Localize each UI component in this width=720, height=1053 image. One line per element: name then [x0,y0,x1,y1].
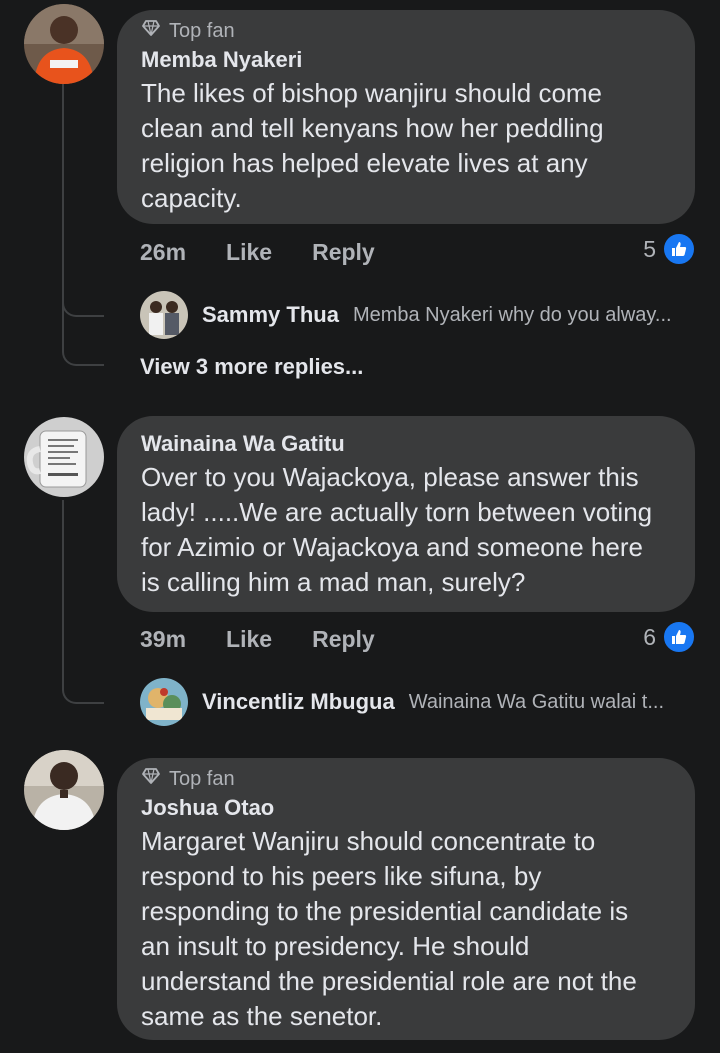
comment-line: Margaret Wanjiru should concentrate to [141,826,596,856]
reply-button[interactable]: Reply [312,239,375,266]
comment-line: responding to the presidential candidate… [141,896,629,926]
comment-line: lady! .....We are actually torn between … [141,497,653,527]
reply-avatar[interactable] [140,291,188,339]
comment-text: Over to you Wajackoya, please answer thi… [141,460,671,600]
comment-text: Margaret Wanjiru should concentrate to r… [141,824,671,1034]
comment-author[interactable]: Memba Nyakeri [141,44,671,76]
comment-bubble: Top fan Joshua Otao Margaret Wanjiru sho… [117,758,695,1040]
comment-bubble: Wainaina Wa Gatitu Over to you Wajackoya… [117,416,695,612]
reply-author[interactable]: Vincentliz Mbugua [202,689,395,715]
like-button[interactable]: Like [226,239,272,266]
comment-line: respond to his peers like sifuna, by [141,861,542,891]
reply-preview[interactable]: Vincentliz Mbugua Wainaina Wa Gatitu wal… [140,678,664,726]
top-fan-badge: Top fan [141,18,671,44]
thumbs-up-icon [662,620,696,654]
reaction-count-value: 6 [643,623,656,650]
comment-actions: 39m Like Reply [140,624,375,654]
comment-timestamp[interactable]: 39m [140,626,186,653]
comment-line: religion has helped elevate lives at any [141,148,588,178]
comment-bubble: Top fan Memba Nyakeri The likes of bisho… [117,10,695,224]
comment-line: understand the presidential role are not… [141,966,637,996]
comment-actions: 26m Like Reply [140,237,375,267]
reply-snippet: Memba Nyakeri why do you alway... [352,303,672,326]
comment-line: same as the senetor. [141,1001,383,1031]
thread-line [62,84,104,366]
comment-author[interactable]: Joshua Otao [141,792,671,824]
avatar[interactable] [24,750,104,830]
avatar[interactable] [24,417,104,497]
badge-label: Top fan [169,767,235,790]
top-fan-badge: Top fan [141,766,671,792]
comment-text: The likes of bishop wanjiru should come … [141,76,671,216]
comment-timestamp[interactable]: 26m [140,239,186,266]
comment-line: The likes of bishop wanjiru should come [141,78,603,108]
view-more-replies-link[interactable]: View 3 more replies... [140,354,363,380]
comment-line: capacity. [141,183,242,213]
comment-thread: Top fan Memba Nyakeri The likes of bisho… [0,0,720,1053]
badge-label: Top fan [169,19,235,42]
comment-line: is calling him a mad man, surely? [141,567,526,597]
reply-avatar[interactable] [140,678,188,726]
reply-snippet: Wainaina Wa Gatitu walai t... [408,690,665,713]
thumbs-up-icon [662,232,696,266]
diamond-icon [141,18,161,44]
reply-author[interactable]: Sammy Thua [202,302,339,328]
comment-line: an insult to presidency. He should [141,931,530,961]
comment-author[interactable]: Wainaina Wa Gatitu [141,428,671,460]
reply-preview[interactable]: Sammy Thua Memba Nyakeri why do you alwa… [140,291,672,339]
like-button[interactable]: Like [226,626,272,653]
reaction-count[interactable]: 5 [643,232,696,266]
comment-line: for Azimio or Wajackoya and someone here [141,532,643,562]
thread-line [62,500,104,704]
diamond-icon [141,766,161,792]
reaction-count-value: 5 [643,235,656,262]
comment-line: Over to you Wajackoya, please answer thi… [141,462,639,492]
avatar[interactable] [24,4,104,84]
comment-line: clean and tell kenyans how her peddling [141,113,604,143]
reply-button[interactable]: Reply [312,626,375,653]
reaction-count[interactable]: 6 [643,620,696,654]
